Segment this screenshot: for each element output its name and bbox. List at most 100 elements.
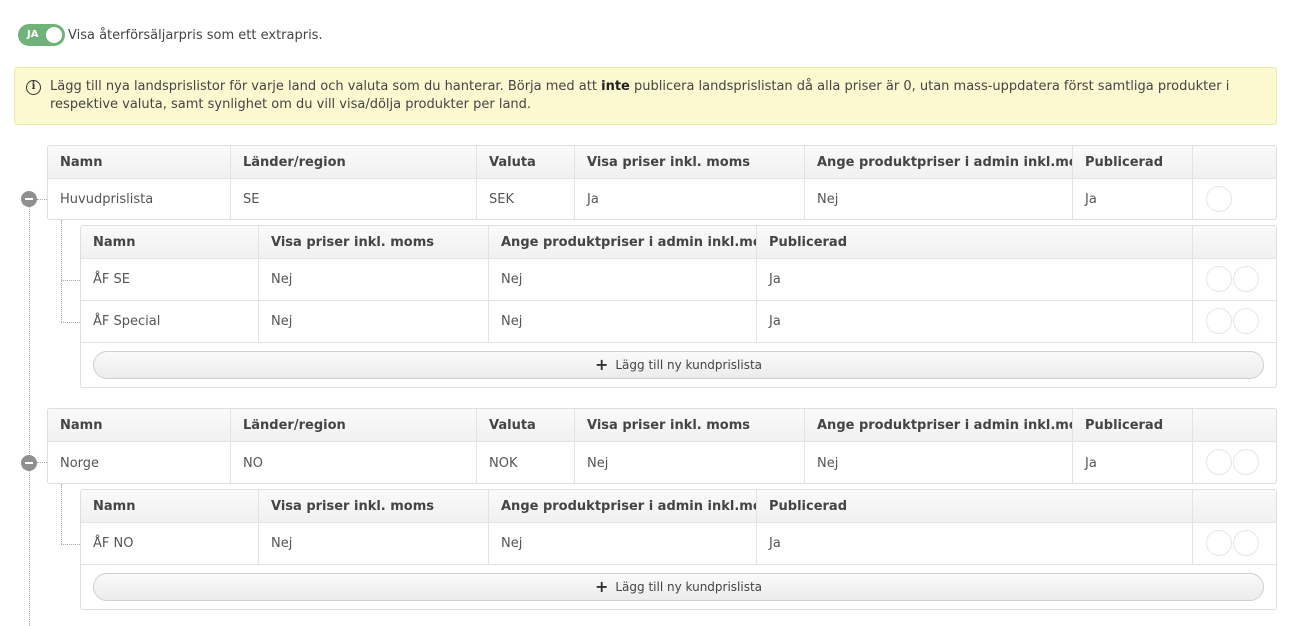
column-header-currency: Valuta (477, 146, 575, 178)
add-customer-pricelist-button[interactable]: + Lägg till ny kundprislista (93, 351, 1264, 379)
row-action-button[interactable] (1233, 266, 1259, 292)
column-header-actions (1193, 409, 1276, 441)
tree-line-country-2 (37, 462, 47, 463)
add-customer-pricelist-button[interactable]: + Lägg till ny kundprislista (93, 573, 1264, 601)
column-header-show-vat: Visa priser inkl. moms (259, 490, 489, 522)
cell-published: Ja (757, 259, 1193, 300)
row-action-button[interactable] (1206, 186, 1232, 212)
cell-admin-vat: Nej (489, 523, 757, 564)
table-row[interactable]: Huvudprislista SE SEK Ja Nej Ja (48, 179, 1276, 219)
tree-line-country-1-children (61, 220, 62, 322)
cell-currency: NOK (477, 442, 575, 483)
cell-name: ÅF NO (81, 523, 259, 564)
tree-line-country-2-children (61, 484, 62, 544)
cell-name: ÅF SE (81, 259, 259, 300)
country-pricelist-table-1: Namn Länder/region Valuta Visa priser in… (47, 145, 1277, 220)
column-header-published: Publicerad (1073, 146, 1193, 178)
column-header-published: Publicerad (757, 490, 1193, 522)
row-action-button[interactable] (1233, 308, 1259, 334)
column-header-name: Namn (81, 226, 259, 258)
country-pricelist-table-2: Namn Länder/region Valuta Visa priser in… (47, 408, 1277, 484)
cell-show-vat: Ja (575, 179, 805, 219)
collapse-country-1-button[interactable] (21, 191, 37, 207)
info-icon: i (26, 80, 41, 95)
cell-show-vat: Nej (575, 442, 805, 483)
cell-name: Norge (48, 442, 231, 483)
cell-admin-vat: Nej (805, 179, 1073, 219)
column-header-name: Namn (81, 490, 259, 522)
row-action-button[interactable] (1233, 449, 1259, 475)
reseller-price-toggle-row: JA Visa återförsäljarpris som ett extrap… (18, 24, 323, 46)
column-header-admin-vat: Ange produktpriser i admin inkl.moms (805, 146, 1073, 178)
add-customer-pricelist-label: Lägg till ny kundprislista (615, 580, 763, 594)
add-customer-pricelist-label: Lägg till ny kundprislista (615, 358, 763, 372)
plus-icon: + (594, 577, 609, 596)
table-row[interactable]: ÅF NO Nej Nej Ja (81, 523, 1276, 565)
table-row[interactable]: ÅF Special Nej Nej Ja (81, 301, 1276, 343)
cell-show-vat: Nej (259, 523, 489, 564)
customer-pricelist-table-1: Namn Visa priser inkl. moms Ange produkt… (80, 225, 1277, 388)
table-header-row: Namn Länder/region Valuta Visa priser in… (48, 409, 1276, 442)
row-action-button[interactable] (1206, 308, 1232, 334)
cell-admin-vat: Nej (805, 442, 1073, 483)
cell-admin-vat: Nej (489, 259, 757, 300)
table-header-row: Namn Länder/region Valuta Visa priser in… (48, 146, 1276, 179)
column-header-region: Länder/region (231, 146, 477, 178)
column-header-region: Länder/region (231, 409, 477, 441)
table-header-row: Namn Visa priser inkl. moms Ange produkt… (81, 490, 1276, 523)
cell-actions (1193, 179, 1276, 219)
row-action-button[interactable] (1233, 530, 1259, 556)
info-text-before: Lägg till nya landsprislistor för varje … (50, 79, 602, 94)
cell-actions (1193, 301, 1276, 342)
column-header-admin-vat: Ange produktpriser i admin inkl.moms (489, 490, 757, 522)
customer-pricelist-table-2: Namn Visa priser inkl. moms Ange produkt… (80, 489, 1277, 610)
table-row[interactable]: ÅF SE Nej Nej Ja (81, 259, 1276, 301)
column-header-admin-vat: Ange produktpriser i admin inkl.moms (805, 409, 1073, 441)
info-box: i Lägg till nya landsprislistor för varj… (14, 67, 1277, 125)
column-header-published: Publicerad (1073, 409, 1193, 441)
row-action-button[interactable] (1206, 530, 1232, 556)
cell-name: Huvudprislista (48, 179, 231, 219)
cell-published: Ja (757, 523, 1193, 564)
cell-show-vat: Nej (259, 301, 489, 342)
table-row[interactable]: Norge NO NOK Nej Nej Ja (48, 442, 1276, 483)
plus-icon: + (594, 355, 609, 374)
tree-line-country-1 (37, 199, 47, 200)
cell-region: SE (231, 179, 477, 219)
cell-published: Ja (1073, 442, 1193, 483)
tree-line-customer-1 (61, 280, 80, 281)
reseller-price-toggle[interactable]: JA (18, 24, 65, 46)
column-header-currency: Valuta (477, 409, 575, 441)
row-action-button[interactable] (1206, 266, 1232, 292)
row-action-button[interactable] (1206, 449, 1232, 475)
cell-region: NO (231, 442, 477, 483)
cell-actions (1193, 259, 1276, 300)
column-header-show-vat: Visa priser inkl. moms (259, 226, 489, 258)
collapse-country-2-button[interactable] (21, 455, 37, 471)
column-header-name: Namn (48, 146, 231, 178)
toggle-description: Visa återförsäljarpris som ett extrapris… (68, 27, 323, 43)
cell-name: ÅF Special (81, 301, 259, 342)
cell-published: Ja (1073, 179, 1193, 219)
cell-admin-vat: Nej (489, 301, 757, 342)
info-text-bold: inte (601, 79, 630, 94)
tree-line-customer-3 (61, 544, 80, 545)
cell-published: Ja (757, 301, 1193, 342)
tree-line-customer-2 (61, 322, 80, 323)
column-header-show-vat: Visa priser inkl. moms (575, 146, 805, 178)
column-header-show-vat: Visa priser inkl. moms (575, 409, 805, 441)
cell-currency: SEK (477, 179, 575, 219)
toggle-state-label: JA (27, 29, 39, 40)
column-header-name: Namn (48, 409, 231, 441)
column-header-published: Publicerad (757, 226, 1193, 258)
column-header-admin-vat: Ange produktpriser i admin inkl.moms (489, 226, 757, 258)
cell-actions (1193, 442, 1276, 483)
tree-line-main (29, 207, 30, 626)
column-header-actions (1193, 226, 1276, 258)
cell-actions (1193, 523, 1276, 564)
cell-show-vat: Nej (259, 259, 489, 300)
table-header-row: Namn Visa priser inkl. moms Ange produkt… (81, 226, 1276, 259)
toggle-knob (46, 27, 62, 43)
column-header-actions (1193, 146, 1276, 178)
column-header-actions (1193, 490, 1276, 522)
